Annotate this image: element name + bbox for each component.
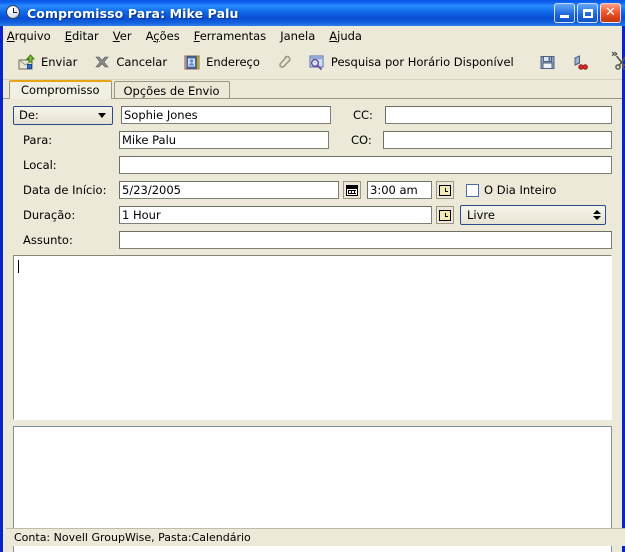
close-button[interactable]: ✕ xyxy=(600,3,621,23)
address-book-icon xyxy=(183,54,201,71)
all-day-checkbox[interactable] xyxy=(466,183,479,197)
appointment-form: De: Sophie Jones CC: Para: Mike Palu CO:… xyxy=(3,99,622,552)
menu-acoes[interactable]: Ações xyxy=(139,27,187,45)
busy-search-button[interactable]: Pesquisa por Horário Disponível xyxy=(301,50,521,75)
status-text: Conta: Novell GroupWise, Pasta:Calendári… xyxy=(14,531,251,544)
clock-icon xyxy=(6,5,22,21)
clock-small-icon xyxy=(439,184,451,196)
row-start-date: Data de Início: 5/23/2005 3:00 am O Dia … xyxy=(3,180,622,200)
cc-input[interactable] xyxy=(385,106,612,124)
send-button-label: Enviar xyxy=(41,55,78,69)
subject-label: Assunto: xyxy=(23,233,73,247)
cancel-button-label: Cancelar xyxy=(116,55,168,69)
row-duration: Duração: 1 Hour Livre xyxy=(3,205,622,225)
cc-label: CC: xyxy=(353,108,373,122)
message-body-textarea[interactable] xyxy=(13,255,612,420)
toolbar: Enviar Cancelar Endereço Pesquisa por Ho… xyxy=(3,45,625,80)
duration-label: Duração: xyxy=(23,208,76,222)
to-input[interactable]: Mike Palu xyxy=(119,131,329,149)
menu-editar[interactable]: Editar xyxy=(58,27,106,45)
clock-small-icon xyxy=(439,209,451,221)
place-input[interactable] xyxy=(119,156,612,174)
from-combo-label: De: xyxy=(19,108,39,122)
cancel-button[interactable]: Cancelar xyxy=(86,50,174,75)
row-place: Local: xyxy=(3,155,622,175)
floppy-disk-icon xyxy=(539,54,557,71)
busy-search-icon xyxy=(308,54,326,71)
row-subject: Assunto: xyxy=(3,230,622,250)
menu-arquivo[interactable]: Arquivo xyxy=(7,27,58,45)
toolbar-overflow-button[interactable]: » xyxy=(611,47,618,60)
appointment-window: Compromisso Para: Mike Palu ✕ Arquivo Ed… xyxy=(0,0,625,552)
menu-ferramentas[interactable]: Ferramentas xyxy=(187,27,274,45)
cancel-x-icon xyxy=(93,54,111,71)
calendar-picker-button[interactable] xyxy=(343,181,361,199)
paperclip-icon xyxy=(275,54,293,71)
menu-ver[interactable]: Ver xyxy=(106,27,139,45)
tab-opcoes-de-envio[interactable]: Opções de Envio xyxy=(113,81,230,99)
start-date-label: Data de Início: xyxy=(23,183,107,197)
window-title: Compromisso Para: Mike Palu xyxy=(27,5,239,21)
bcc-input[interactable] xyxy=(383,131,612,149)
menu-ajuda[interactable]: Ajuda xyxy=(322,27,369,45)
address-button-label: Endereço xyxy=(206,55,260,69)
from-input[interactable]: Sophie Jones xyxy=(121,106,331,124)
send-button[interactable]: Enviar xyxy=(11,50,84,75)
place-label: Local: xyxy=(23,158,57,172)
menu-janela[interactable]: Janela xyxy=(273,27,322,45)
tab-strip: Compromisso Opções de Envio xyxy=(3,80,622,99)
duration-input[interactable]: 1 Hour xyxy=(119,206,432,224)
window-controls: ✕ xyxy=(554,3,621,23)
start-date-input[interactable]: 5/23/2005 xyxy=(119,181,339,199)
priority-button[interactable] xyxy=(565,50,595,75)
minimize-button[interactable] xyxy=(554,3,575,23)
row-from-cc: De: Sophie Jones CC: xyxy=(3,105,622,125)
all-day-label: O Dia Inteiro xyxy=(484,183,557,197)
priority-icon xyxy=(571,54,589,71)
chevron-down-icon xyxy=(98,112,106,118)
row-to-bcc: Para: Mike Palu CO: xyxy=(3,130,622,150)
all-day-group[interactable]: O Dia Inteiro xyxy=(466,183,556,197)
time-picker-button[interactable] xyxy=(436,181,454,199)
attach-button[interactable] xyxy=(269,50,299,75)
text-caret xyxy=(18,260,19,273)
calendar-icon xyxy=(346,184,358,196)
title-bar[interactable]: Compromisso Para: Mike Palu ✕ xyxy=(0,0,625,26)
status-bar: Conta: Novell GroupWise, Pasta:Calendári… xyxy=(6,528,625,546)
start-time-input[interactable]: 3:00 am xyxy=(367,181,432,199)
from-combo[interactable]: De: xyxy=(13,105,113,125)
menu-bar: Arquivo Editar Ver Ações Ferramentas Jan… xyxy=(3,26,622,45)
send-envelope-icon xyxy=(18,53,36,71)
address-button[interactable]: Endereço xyxy=(176,50,267,75)
availability-select[interactable]: Livre xyxy=(460,205,606,225)
busy-search-label: Pesquisa por Horário Disponível xyxy=(330,55,514,69)
spinner-arrows-icon xyxy=(593,210,601,220)
save-button[interactable] xyxy=(533,50,563,75)
subject-input[interactable] xyxy=(119,231,612,249)
maximize-button[interactable] xyxy=(577,3,598,23)
duration-time-button[interactable] xyxy=(436,206,454,224)
tab-compromisso[interactable]: Compromisso xyxy=(9,80,112,99)
availability-value: Livre xyxy=(467,208,495,222)
to-label: Para: xyxy=(23,133,53,147)
bcc-label: CO: xyxy=(351,133,372,147)
window-client: Arquivo Editar Ver Ações Ferramentas Jan… xyxy=(3,26,625,552)
